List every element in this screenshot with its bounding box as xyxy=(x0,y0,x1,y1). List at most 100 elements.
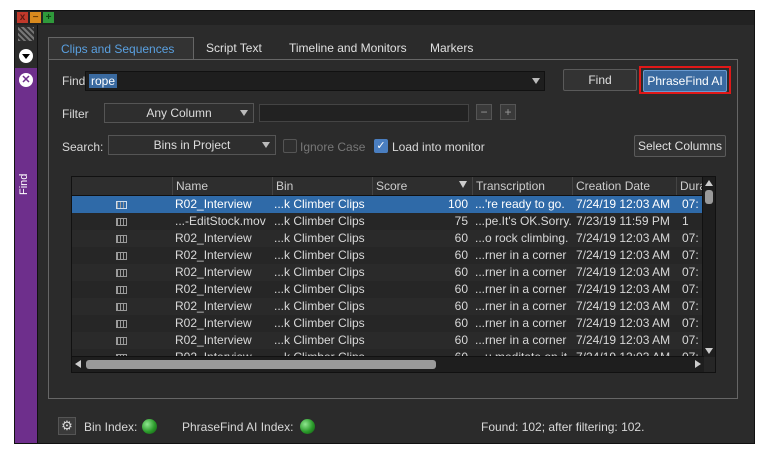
table-row[interactable]: R02_Interview ...k Climber Clips 60 ...r… xyxy=(72,264,704,281)
bin-index-label: Bin Index: xyxy=(84,420,138,434)
row-creation-date: 7/24/19 12:03 AM xyxy=(576,282,671,296)
row-creation-date: 7/23/19 11:59 PM xyxy=(576,214,670,228)
scroll-left-icon[interactable] xyxy=(75,360,81,368)
find-side-tab[interactable]: ✕ Find xyxy=(15,68,37,443)
row-transcription: ...rner in a corner xyxy=(475,333,567,347)
filter-column-value: Any Column xyxy=(146,106,212,120)
clip-icon xyxy=(116,303,127,311)
chevron-down-icon[interactable] xyxy=(532,78,540,84)
row-bin: ...k Climber Clips xyxy=(274,214,365,228)
find-input[interactable]: rope xyxy=(85,71,545,91)
column-header-creation-date[interactable]: Creation Date xyxy=(572,177,676,195)
table-row[interactable]: R02_Interview ...k Climber Clips 60 ...r… xyxy=(72,281,704,298)
table-row[interactable]: R02_Interview ...k Climber Clips 60 ...r… xyxy=(72,315,704,332)
horizontal-scroll-thumb[interactable] xyxy=(86,360,436,369)
tab-script-text[interactable]: Script Text xyxy=(194,37,274,59)
column-header-name[interactable]: Name xyxy=(172,177,272,195)
table-row[interactable]: R02_Interview ...k Climber Clips 60 ...r… xyxy=(72,247,704,264)
row-bin: ...k Climber Clips xyxy=(274,282,365,296)
column-header-score[interactable]: Score xyxy=(372,177,472,195)
vertical-scrollbar[interactable] xyxy=(702,177,715,357)
row-score: 60 xyxy=(454,248,468,262)
ignore-case-checkbox[interactable] xyxy=(283,139,297,153)
row-transcription: ...rner in a corner xyxy=(475,299,567,313)
table-row[interactable]: R02_Interview ...k Climber Clips 100 ...… xyxy=(72,196,704,213)
minimize-window-button[interactable]: − xyxy=(30,12,41,23)
row-bin: ...k Climber Clips xyxy=(274,197,365,211)
row-creation-date: 7/24/19 12:03 AM xyxy=(576,316,671,330)
gear-icon[interactable]: ⚙ xyxy=(58,417,76,435)
filter-column-select[interactable]: Any Column xyxy=(104,103,254,123)
tab-clips-and-sequences[interactable]: Clips and Sequences xyxy=(48,37,194,59)
column-header-score-label: Score xyxy=(376,179,408,193)
row-transcription: ...'re ready to go. xyxy=(475,197,565,211)
scroll-down-icon[interactable] xyxy=(705,348,713,354)
find-window: x − + ✕ Find Clips and Sequences Script … xyxy=(14,10,755,444)
find-input-value: rope xyxy=(89,74,118,88)
row-bin: ...k Climber Clips xyxy=(274,265,365,279)
row-bin: ...k Climber Clips xyxy=(274,299,365,313)
row-score: 75 xyxy=(454,214,468,228)
bin-index-status-led xyxy=(142,419,157,434)
row-transcription: ...rner in a corner xyxy=(475,316,567,330)
maximize-window-button[interactable]: + xyxy=(43,12,54,23)
grip-handle[interactable] xyxy=(18,27,34,41)
find-button[interactable]: Find xyxy=(563,69,637,91)
row-bin: ...k Climber Clips xyxy=(274,316,365,330)
dropdown-circle-icon[interactable] xyxy=(19,49,33,63)
table-row[interactable]: R02_Interview ...k Climber Clips 60 ...o… xyxy=(72,230,704,247)
row-name: R02_Interview xyxy=(175,299,252,313)
row-creation-date: 7/24/19 12:03 AM xyxy=(576,197,671,211)
load-into-monitor-checkbox[interactable]: ✓ xyxy=(374,139,388,153)
filter-input[interactable] xyxy=(259,104,469,122)
vertical-scroll-thumb[interactable] xyxy=(705,190,713,204)
column-header-duration[interactable]: Dura xyxy=(676,177,704,195)
row-score: 60 xyxy=(454,299,468,313)
table-header: Name Bin Score Transcription Creation Da… xyxy=(72,177,704,196)
row-transcription: ...rner in a corner xyxy=(475,282,567,296)
horizontal-scrollbar[interactable] xyxy=(72,356,704,372)
table-row[interactable]: ...-EditStock.mov ...k Climber Clips 75 … xyxy=(72,213,704,230)
close-circle-icon[interactable]: ✕ xyxy=(19,73,33,87)
row-name: R02_Interview xyxy=(175,316,252,330)
row-bin: ...k Climber Clips xyxy=(274,248,365,262)
search-scope-select[interactable]: Bins in Project xyxy=(108,135,276,155)
scroll-right-icon[interactable] xyxy=(695,360,701,368)
scroll-up-icon[interactable] xyxy=(705,180,713,186)
remove-filter-button[interactable]: − xyxy=(476,104,492,120)
row-name: R02_Interview xyxy=(175,282,252,296)
table-row[interactable]: R02_Interview ...k Climber Clips 60 ...r… xyxy=(72,332,704,349)
side-strip: ✕ Find xyxy=(15,25,38,443)
table-row[interactable]: R02_Interview ...k Climber Clips 60 ...r… xyxy=(72,298,704,315)
side-tab-label: Find xyxy=(18,173,30,195)
add-filter-button[interactable]: + xyxy=(500,104,516,120)
tab-markers[interactable]: Markers xyxy=(418,37,485,59)
column-header-bin[interactable]: Bin xyxy=(272,177,372,195)
close-window-button[interactable]: x xyxy=(17,12,28,23)
row-transcription: ...o rock climbing. xyxy=(475,231,569,245)
phrasefind-index-label: PhraseFind AI Index: xyxy=(182,420,294,434)
column-header-transcription[interactable]: Transcription xyxy=(472,177,572,195)
row-name: ...-EditStock.mov xyxy=(175,214,266,228)
title-bar: x − + xyxy=(15,11,754,26)
results-table: Name Bin Score Transcription Creation Da… xyxy=(71,176,716,373)
clip-icon xyxy=(116,337,127,345)
row-creation-date: 7/24/19 12:03 AM xyxy=(576,231,671,245)
chevron-down-icon xyxy=(262,142,270,148)
clip-icon xyxy=(116,235,127,243)
phrasefind-index-status-led xyxy=(300,419,315,434)
row-score: 100 xyxy=(447,197,468,211)
tab-timeline-and-monitors[interactable]: Timeline and Monitors xyxy=(277,37,419,59)
ignore-case-label: Ignore Case xyxy=(300,140,366,154)
row-creation-date: 7/24/19 12:03 AM xyxy=(576,299,671,313)
row-score: 60 xyxy=(454,333,468,347)
row-transcription: ...rner in a corner xyxy=(475,265,567,279)
clip-icon xyxy=(116,320,127,328)
row-transcription: ...rner in a corner xyxy=(475,248,567,262)
row-score: 60 xyxy=(454,282,468,296)
select-columns-button[interactable]: Select Columns xyxy=(634,135,726,157)
main-area: Clips and Sequences Script Text Timeline… xyxy=(38,25,754,443)
clips-panel: Find: rope Find PhraseFind AI Filter Any… xyxy=(48,59,738,399)
search-label: Search: xyxy=(62,140,104,154)
highlight-frame xyxy=(639,66,731,94)
